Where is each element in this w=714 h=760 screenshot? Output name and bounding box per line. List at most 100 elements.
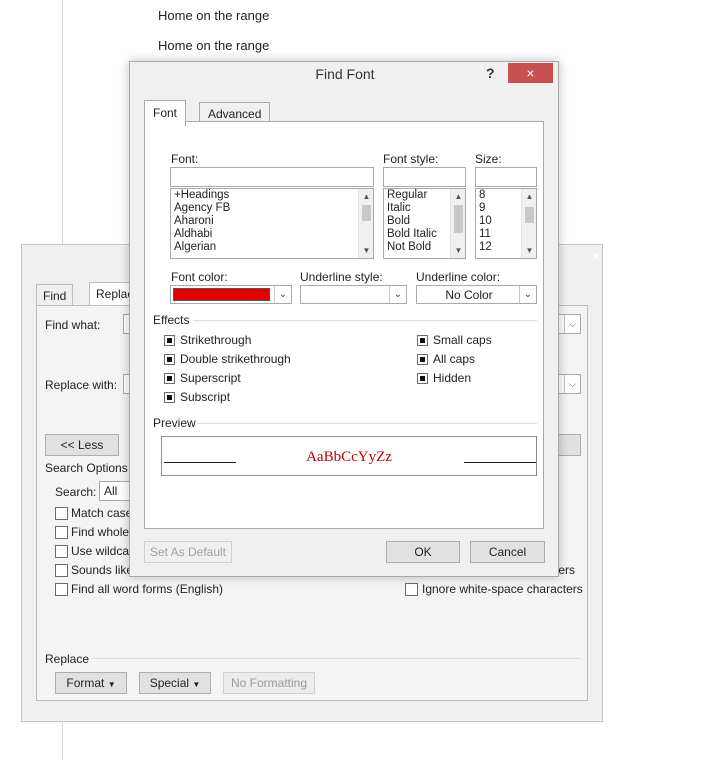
font-style-label: Font style: — [383, 152, 439, 166]
find-replace-close-button[interactable]: × — [574, 247, 618, 267]
font-list-scrollbar[interactable]: ▲ ▼ — [358, 189, 373, 258]
dialog-title: Find Font — [315, 66, 375, 82]
list-item[interactable]: Aharoni — [171, 215, 373, 228]
underline-style-dropdown[interactable]: ⌄ — [300, 285, 407, 304]
list-item[interactable]: +Headings — [171, 189, 373, 202]
chevron-down-icon: ⌄ — [274, 286, 291, 303]
close-icon: × — [526, 65, 535, 81]
superscript-label: Superscript — [180, 371, 241, 385]
find-whole-words-checkbox[interactable] — [55, 526, 68, 539]
font-label: Font: — [171, 152, 199, 166]
double-strikethrough-checkbox[interactable] — [164, 354, 175, 365]
scroll-thumb[interactable] — [454, 205, 463, 233]
subscript-checkbox[interactable] — [164, 392, 175, 403]
find-what-label: Find what: — [45, 318, 101, 332]
preview-baseline-right — [464, 462, 536, 463]
ignore-whitespace-label: Ignore white-space characters — [422, 582, 583, 596]
preview-label: Preview — [153, 416, 196, 430]
sounds-like-label: Sounds like — [71, 563, 134, 577]
dropdown-arrow-icon: ▼ — [107, 680, 116, 689]
font-size-scrollbar[interactable]: ▲ ▼ — [521, 189, 536, 258]
find-all-word-forms-label: Find all word forms (English) — [71, 582, 224, 596]
search-options-label: Search Options — [45, 461, 128, 475]
subscript-label: Subscript — [180, 390, 231, 404]
all-caps-checkbox[interactable] — [417, 354, 428, 365]
sounds-like-checkbox[interactable] — [55, 564, 68, 577]
preview-text: AaBbCcYyZz — [306, 449, 392, 465]
less-button[interactable]: << Less — [45, 434, 119, 456]
find-whole-words-label: Find whole — [71, 525, 130, 539]
tab-find[interactable]: Find — [36, 284, 74, 306]
font-size-list[interactable]: 8 9 10 11 12 ▲ ▼ — [475, 188, 537, 259]
ignore-whitespace-checkbox[interactable] — [405, 583, 418, 596]
find-what-dropdown[interactable]: ⌵ — [557, 314, 581, 334]
find-font-dialog: Find Font ? × Font Advanced Font: +Headi… — [129, 61, 559, 577]
search-label: Search: — [55, 485, 97, 499]
replace-with-dropdown[interactable]: ⌵ — [557, 374, 581, 394]
font-style-input[interactable] — [383, 167, 466, 187]
font-style-scrollbar[interactable]: ▲ ▼ — [450, 189, 465, 258]
double-strikethrough-label: Double strikethrough — [180, 352, 291, 366]
list-item[interactable]: Algerian — [171, 241, 373, 254]
strikethrough-label: Strikethrough — [180, 333, 252, 347]
use-wildcards-checkbox[interactable] — [55, 545, 68, 558]
list-item[interactable]: Agency FB — [171, 202, 373, 215]
tab-font[interactable]: Font — [144, 100, 187, 126]
use-wildcards-label: Use wildcar — [71, 544, 134, 558]
scroll-down-icon[interactable]: ▼ — [522, 244, 536, 257]
hidden-checkbox[interactable] — [417, 373, 428, 384]
small-caps-label: Small caps — [433, 333, 492, 347]
close-button[interactable]: × — [508, 63, 553, 83]
preview-box: AaBbCcYyZz — [161, 436, 537, 476]
match-case-checkbox[interactable] — [55, 507, 68, 520]
scroll-up-icon[interactable]: ▲ — [359, 190, 373, 203]
size-label: Size: — [475, 152, 502, 166]
font-style-list[interactable]: Regular Italic Bold Bold Italic Not Bold… — [383, 188, 466, 259]
font-size-input[interactable] — [475, 167, 537, 187]
font-color-swatch — [173, 288, 270, 301]
all-caps-label: All caps — [433, 352, 476, 366]
find-next-button[interactable] — [557, 434, 581, 456]
scroll-up-icon[interactable]: ▲ — [451, 190, 465, 203]
underline-style-label: Underline style: — [300, 270, 383, 284]
help-icon[interactable]: ? — [486, 65, 495, 81]
no-formatting-button[interactable]: No Formatting — [223, 672, 315, 694]
font-tab-panel: Font: +Headings Agency FB Aharoni Aldhab… — [144, 121, 544, 529]
scroll-thumb[interactable] — [362, 205, 371, 221]
special-button[interactable]: Special ▼ — [139, 672, 211, 694]
list-item[interactable]: Aldhabi — [171, 228, 373, 241]
underline-color-dropdown[interactable]: No Color ⌄ — [416, 285, 537, 304]
find-all-word-forms-checkbox[interactable] — [55, 583, 68, 596]
dropdown-arrow-icon: ▼ — [192, 680, 201, 689]
effects-label: Effects — [153, 313, 190, 327]
close-icon: × — [591, 248, 601, 265]
strikethrough-checkbox[interactable] — [164, 335, 175, 346]
scroll-down-icon[interactable]: ▼ — [451, 244, 465, 257]
scroll-up-icon[interactable]: ▲ — [522, 190, 536, 203]
replace-section-label: Replace — [45, 652, 90, 666]
effects-divider — [193, 320, 537, 321]
superscript-checkbox[interactable] — [164, 373, 175, 384]
font-color-dropdown[interactable]: ⌄ — [170, 285, 292, 304]
set-as-default-button[interactable]: Set As Default — [144, 541, 232, 563]
cancel-button[interactable]: Cancel — [470, 541, 545, 563]
font-name-input[interactable] — [170, 167, 374, 187]
match-case-label: Match case — [71, 506, 133, 520]
scroll-thumb[interactable] — [525, 207, 534, 223]
underline-color-label: Underline color: — [416, 270, 501, 284]
format-button[interactable]: Format ▼ — [55, 672, 127, 694]
replace-with-label: Replace with: — [45, 378, 118, 392]
preview-divider — [197, 423, 537, 424]
ok-button[interactable]: OK — [386, 541, 460, 563]
chevron-down-icon: ⌄ — [519, 286, 536, 303]
small-caps-checkbox[interactable] — [417, 335, 428, 346]
scroll-down-icon[interactable]: ▼ — [359, 244, 373, 257]
hidden-label: Hidden — [433, 371, 472, 385]
font-name-list[interactable]: +Headings Agency FB Aharoni Aldhabi Alge… — [170, 188, 374, 259]
chevron-down-icon: ⌄ — [389, 286, 406, 303]
document-text-line-1: Home on the range — [158, 8, 270, 23]
chevron-down-icon: ⌵ — [564, 315, 580, 333]
replace-section-divider — [91, 658, 581, 659]
font-color-label: Font color: — [171, 270, 228, 284]
document-text-line-2: Home on the range — [158, 38, 270, 53]
